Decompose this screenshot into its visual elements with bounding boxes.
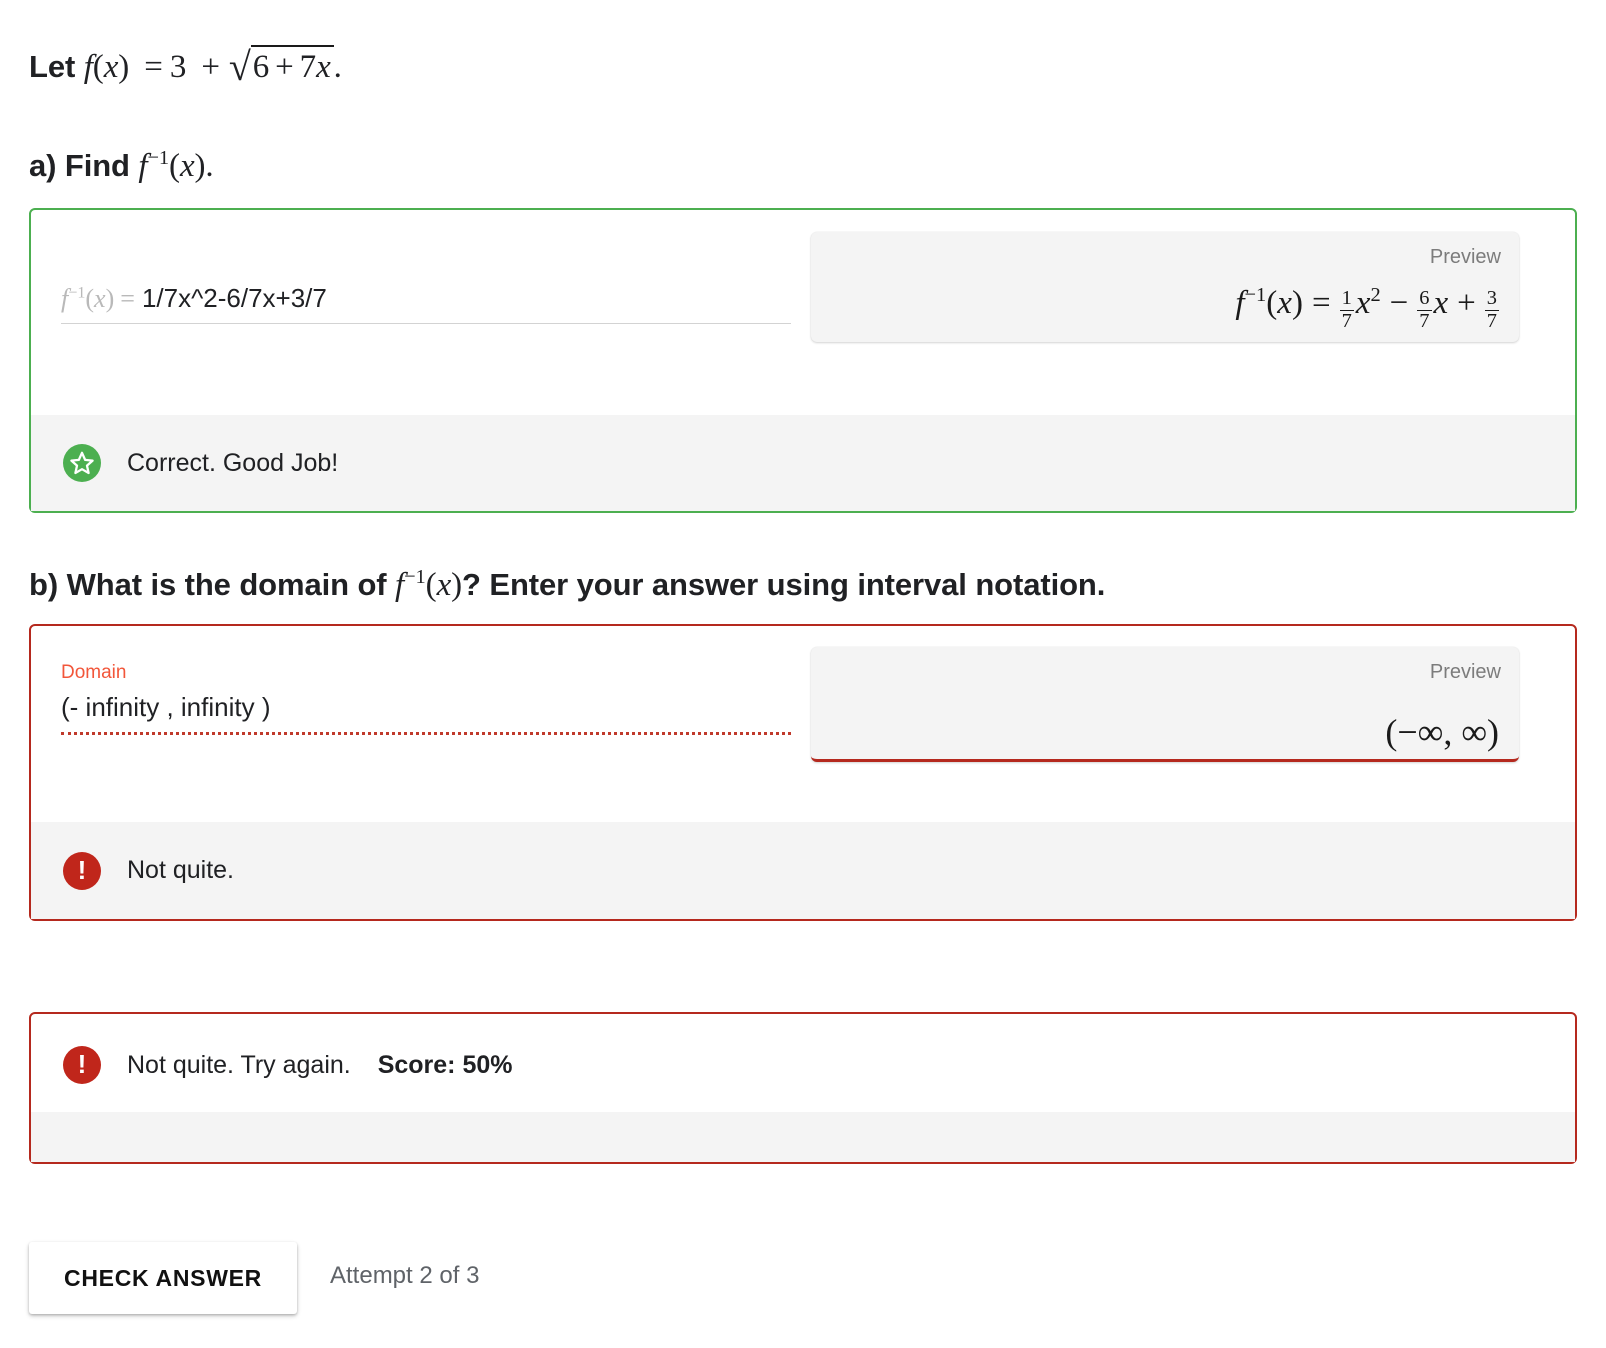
stem-lead: Let bbox=[29, 49, 76, 84]
stem-expression: f(x) = 3 + √6 +7x. bbox=[83, 44, 342, 89]
answer-b-label: Domain bbox=[61, 662, 127, 683]
stem-open-paren: ( bbox=[92, 49, 104, 85]
question-b-prefix: b) What is the domain of bbox=[29, 567, 387, 602]
check-answer-button[interactable]: CHECK ANSWER bbox=[29, 1242, 297, 1314]
stem-close-paren: ) bbox=[118, 49, 130, 85]
feedback-part-a: Correct. Good Job! bbox=[31, 415, 1575, 511]
question-b-suffix: ? Enter your answer using interval notat… bbox=[462, 567, 1106, 602]
result-text-group: Not quite. Try again. Score: 50% bbox=[127, 1051, 512, 1080]
preview-math-b: (−∞, ∞) bbox=[1385, 712, 1499, 752]
answer-a-value[interactable]: 1/7x^2-6/7x+3/7 bbox=[142, 283, 327, 313]
question-a-math: f−1(x). bbox=[138, 147, 214, 184]
exercise-page: Let f(x) = 3 + √6 +7x. a) Find f−1(x). f−1(… bbox=[0, 0, 1606, 1348]
result-card: ! Not quite. Try again. Score: 50% bbox=[29, 1012, 1577, 1164]
stem-fn-name: f bbox=[83, 49, 93, 85]
preview-a-coef-3: 37 bbox=[1484, 287, 1499, 332]
answer-a-field-group[interactable]: f−1(x) = 1/7x^2-6/7x+3/7 bbox=[61, 283, 791, 324]
preview-label-b: Preview bbox=[1429, 661, 1501, 683]
star-icon bbox=[63, 444, 101, 482]
exclamation-icon: ! bbox=[63, 1046, 101, 1084]
preview-label-a: Preview bbox=[1429, 246, 1501, 268]
question-a-exponent: −1 bbox=[147, 147, 170, 169]
feedback-text-b: Not quite. bbox=[127, 856, 235, 884]
result-footer-strip bbox=[31, 1112, 1575, 1162]
preview-box-part-b: Preview (−∞, ∞) bbox=[811, 647, 1519, 762]
question-a-fn: f bbox=[138, 148, 148, 184]
result-message-row: ! Not quite. Try again. Score: 50% bbox=[63, 1046, 512, 1084]
question-a-prefix: a) Find bbox=[29, 148, 130, 183]
stem-plus: + bbox=[201, 49, 220, 85]
stem-radicand-var: x bbox=[316, 49, 331, 85]
stem-equals: = bbox=[144, 49, 163, 85]
square-root-icon: √6 +7x bbox=[227, 40, 334, 89]
answer-card-part-b: Domain (- infinity , infinity ) Preview … bbox=[29, 624, 1577, 921]
stem-constant: 3 bbox=[169, 49, 187, 85]
problem-stem: Let f(x) = 3 + √6 +7x. bbox=[29, 40, 342, 89]
answer-card-part-a: f−1(x) = 1/7x^2-6/7x+3/7 Preview f−1(x) = 1 7… bbox=[29, 208, 1577, 513]
question-a-label: a) Find f−1(x). bbox=[29, 148, 214, 185]
feedback-text-a: Correct. Good Job! bbox=[127, 448, 339, 477]
question-b-label: b) What is the domain of f−1(x)? Enter y… bbox=[29, 567, 1105, 604]
stem-variable: x bbox=[103, 49, 119, 85]
attempt-counter: Attempt 2 of 3 bbox=[330, 1262, 480, 1289]
preview-a-coef-1: 17 bbox=[1339, 287, 1354, 332]
exclamation-icon: ! bbox=[63, 851, 101, 890]
answer-a-prefix: f−1(x) = bbox=[61, 284, 135, 313]
answer-b-value[interactable]: (- infinity , infinity ) bbox=[61, 692, 271, 722]
answer-b-input[interactable]: (- infinity , infinity ) bbox=[61, 692, 791, 735]
stem-radicand-a: 6 bbox=[252, 49, 270, 85]
question-b-exponent: −1 bbox=[404, 566, 426, 588]
preview-box-part-a: Preview f−1(x) = 1 7 x2−6 7 x +3 7 bbox=[811, 232, 1519, 342]
question-a-var: x bbox=[179, 148, 195, 184]
preview-math-a: f−1(x) = 1 7 x2−6 7 x +3 7 bbox=[1235, 283, 1499, 332]
question-b-fn: f bbox=[395, 567, 405, 603]
question-b-math: f−1(x) bbox=[395, 566, 463, 603]
preview-a-coef-2: 67 bbox=[1417, 287, 1432, 332]
answer-a-input[interactable]: f−1(x) = 1/7x^2-6/7x+3/7 bbox=[61, 283, 791, 324]
answer-b-field-group[interactable]: Domain (- infinity , infinity ) bbox=[61, 662, 791, 735]
result-score: Score: 50% bbox=[377, 1050, 513, 1079]
stem-period: . bbox=[333, 49, 342, 85]
stem-radicand-b: 7 bbox=[299, 49, 317, 85]
result-message: Not quite. Try again. bbox=[127, 1050, 351, 1079]
feedback-part-b: ! Not quite. bbox=[31, 822, 1575, 919]
